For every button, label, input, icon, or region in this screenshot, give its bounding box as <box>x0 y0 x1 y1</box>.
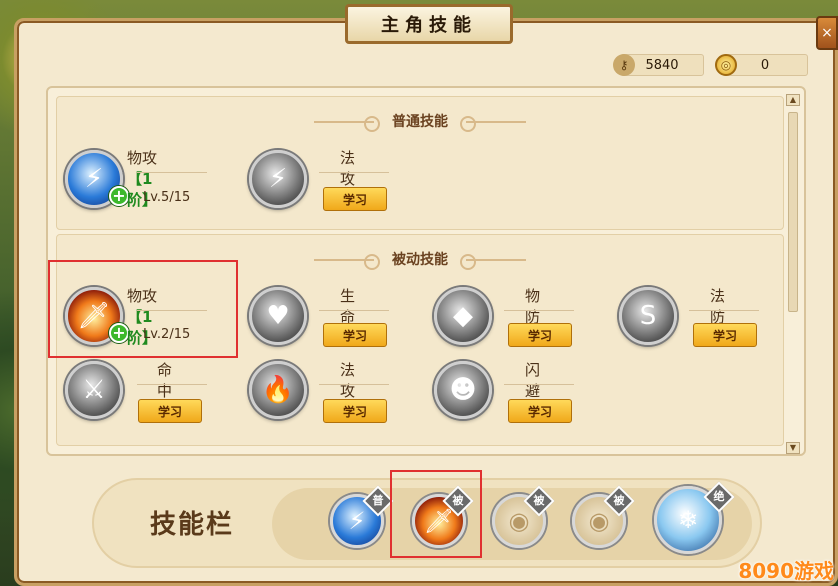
window-title: 主角技能 <box>345 4 513 44</box>
shield-diamond-icon[interactable]: ◆ <box>434 287 492 345</box>
scroll-thumb[interactable] <box>788 112 798 312</box>
skill-bar-label: 技能栏 <box>150 510 235 540</box>
learn-button[interactable]: 学习 <box>508 323 572 347</box>
heart-icon[interactable]: ♥ <box>249 287 307 345</box>
flame-icon[interactable]: 🔥 <box>249 361 307 419</box>
skill-name: 法防 <box>710 287 726 326</box>
skill-name: 生命 <box>340 287 356 326</box>
scrollbar[interactable]: ▲ ▼ <box>786 94 800 454</box>
scroll-down-button[interactable]: ▼ <box>786 442 800 454</box>
skill-name: 闪避 <box>525 361 541 400</box>
learn-button[interactable]: 学习 <box>323 399 387 423</box>
lightning-icon[interactable]: ⚡ <box>249 150 307 208</box>
skill-level: Lv.5/15 <box>143 190 191 205</box>
ghost-icon[interactable]: ☻ <box>434 361 492 419</box>
window-title-text: 主角技能 <box>381 15 477 36</box>
upgrade-plus-icon[interactable]: + <box>109 186 129 206</box>
normal-skills-section: 普通技能 ⚡ + 物攻【1阶】 Lv.5/15 ⚡ 法攻 学习 <box>56 96 784 230</box>
watermark-logo: 8090游戏 <box>738 559 834 583</box>
coin-icon: ◎ <box>715 54 737 76</box>
skill-name: 命中 <box>157 361 173 400</box>
skill-name: 物防 <box>525 287 541 326</box>
learn-button[interactable]: 学习 <box>693 323 757 347</box>
key-currency: ⚷ 5840 <box>613 54 704 76</box>
scroll-up-button[interactable]: ▲ <box>786 94 800 106</box>
learn-button[interactable]: 学习 <box>323 323 387 347</box>
learn-button[interactable]: 学习 <box>323 187 387 211</box>
close-button[interactable]: × <box>816 16 838 50</box>
normal-skills-title: 普通技能 <box>57 111 783 132</box>
learn-button[interactable]: 学习 <box>508 399 572 423</box>
highlight-box <box>48 260 238 358</box>
coin-currency: ◎ 0 <box>715 54 808 76</box>
learn-button[interactable]: 学习 <box>138 399 202 423</box>
highlight-box <box>390 470 482 558</box>
sword-icon[interactable]: ⚔ <box>65 361 123 419</box>
skill-name: 法攻 <box>340 361 356 400</box>
shield-s-icon[interactable]: S <box>619 287 677 345</box>
skill-name: 法攻 <box>340 149 356 188</box>
key-icon: ⚷ <box>613 54 635 76</box>
